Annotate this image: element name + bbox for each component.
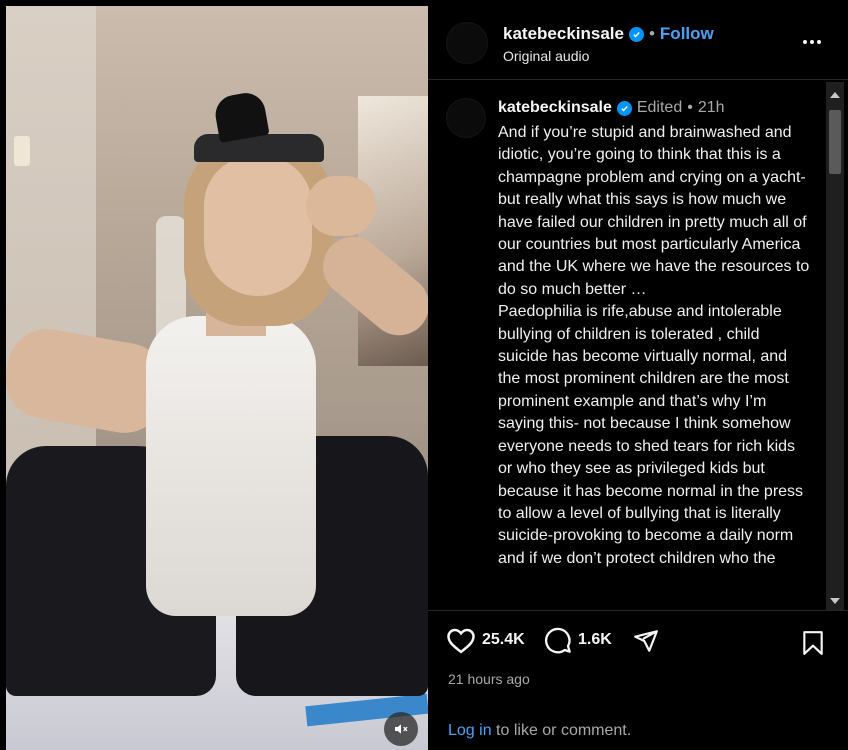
login-prompt-text: to like or comment. [491,722,632,739]
avatar[interactable] [446,22,488,64]
separator-dot: • [687,99,693,116]
post-panel: katebeckinsale • Follow Original audio k… [428,6,848,750]
scroll-down-icon[interactable] [830,598,840,604]
lamp [14,136,30,166]
login-link[interactable]: Log in [448,722,492,739]
torso [146,316,316,616]
heart-icon [447,628,475,654]
share-button[interactable] [632,628,660,654]
login-prompt: Log in to like or comment. [448,722,631,740]
bookmark-icon [803,631,823,655]
more-dot [817,40,821,44]
follow-button[interactable]: Follow [660,24,714,44]
action-bar: 25.4K 1.6K [428,626,848,666]
separator-dot: • [648,24,655,43]
caption-text: And if you’re stupid and brainwashed and… [498,124,810,567]
more-dot [803,40,807,44]
audio-label[interactable]: Original audio [503,48,589,64]
hand [306,176,376,236]
post-header: katebeckinsale • Follow Original audio [428,6,848,80]
verified-badge-icon [628,26,644,42]
caption-section[interactable]: katebeckinsale Edited • 21h And if you’r… [428,81,848,611]
comment-button[interactable]: 1.6K [544,626,612,654]
send-icon [634,630,658,652]
face [204,156,312,296]
scroll-up-icon[interactable] [830,92,840,98]
username-link[interactable]: katebeckinsale [503,24,624,44]
scroll-thumb[interactable] [829,110,841,174]
hair-bow [212,90,270,143]
like-count[interactable]: 25.4K [482,631,525,649]
comment-count[interactable]: 1.6K [578,631,612,649]
like-button[interactable]: 25.4K [446,626,525,654]
scrollbar[interactable] [826,82,844,610]
speaker-muted-icon [395,724,408,734]
more-dot [810,40,814,44]
verified-badge-icon [616,100,632,116]
save-button[interactable] [800,629,826,657]
comment-icon [544,627,571,654]
caption-avatar[interactable] [446,98,486,138]
post-time[interactable]: 21h [698,99,725,117]
mute-button[interactable] [384,712,418,746]
caption-username[interactable]: katebeckinsale [498,99,612,117]
post-video[interactable] [6,6,428,750]
post-timestamp[interactable]: 21 hours ago [448,671,530,687]
header-user-line: katebeckinsale • Follow [503,24,714,44]
more-options-icon[interactable] [796,30,828,54]
edited-label: Edited [636,99,683,116]
caption-head: katebeckinsale Edited • 21h [498,99,725,117]
headband [194,134,324,162]
